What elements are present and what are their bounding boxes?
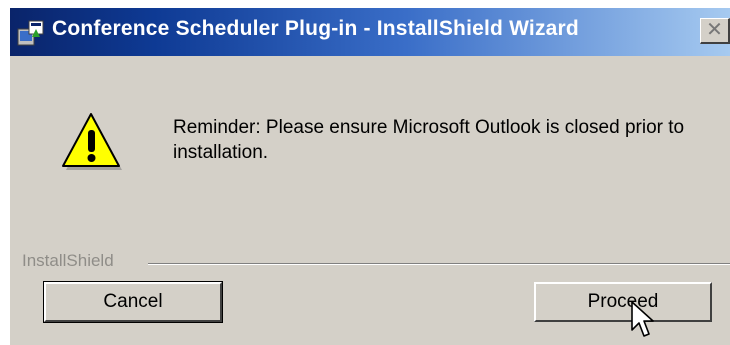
window-title: Conference Scheduler Plug-in - InstallSh… — [52, 17, 579, 40]
mouse-pointer-icon — [631, 301, 654, 337]
title-bar[interactable]: Conference Scheduler Plug-in - InstallSh… — [10, 8, 730, 56]
installshield-brand-label: InstallShield — [22, 251, 117, 271]
reminder-message: Reminder: Please ensure Microsoft Outloo… — [173, 117, 685, 163]
installer-app-icon — [17, 20, 44, 46]
cancel-button[interactable]: Cancel — [43, 281, 223, 323]
proceed-button[interactable]: Proceed — [534, 282, 712, 322]
cancel-button-label: Cancel — [103, 291, 163, 312]
installshield-dialog: Conference Scheduler Plug-in - InstallSh… — [10, 8, 730, 345]
close-button[interactable]: ✕ — [700, 18, 730, 44]
warning-icon — [62, 113, 122, 170]
footer-divider — [148, 263, 730, 265]
